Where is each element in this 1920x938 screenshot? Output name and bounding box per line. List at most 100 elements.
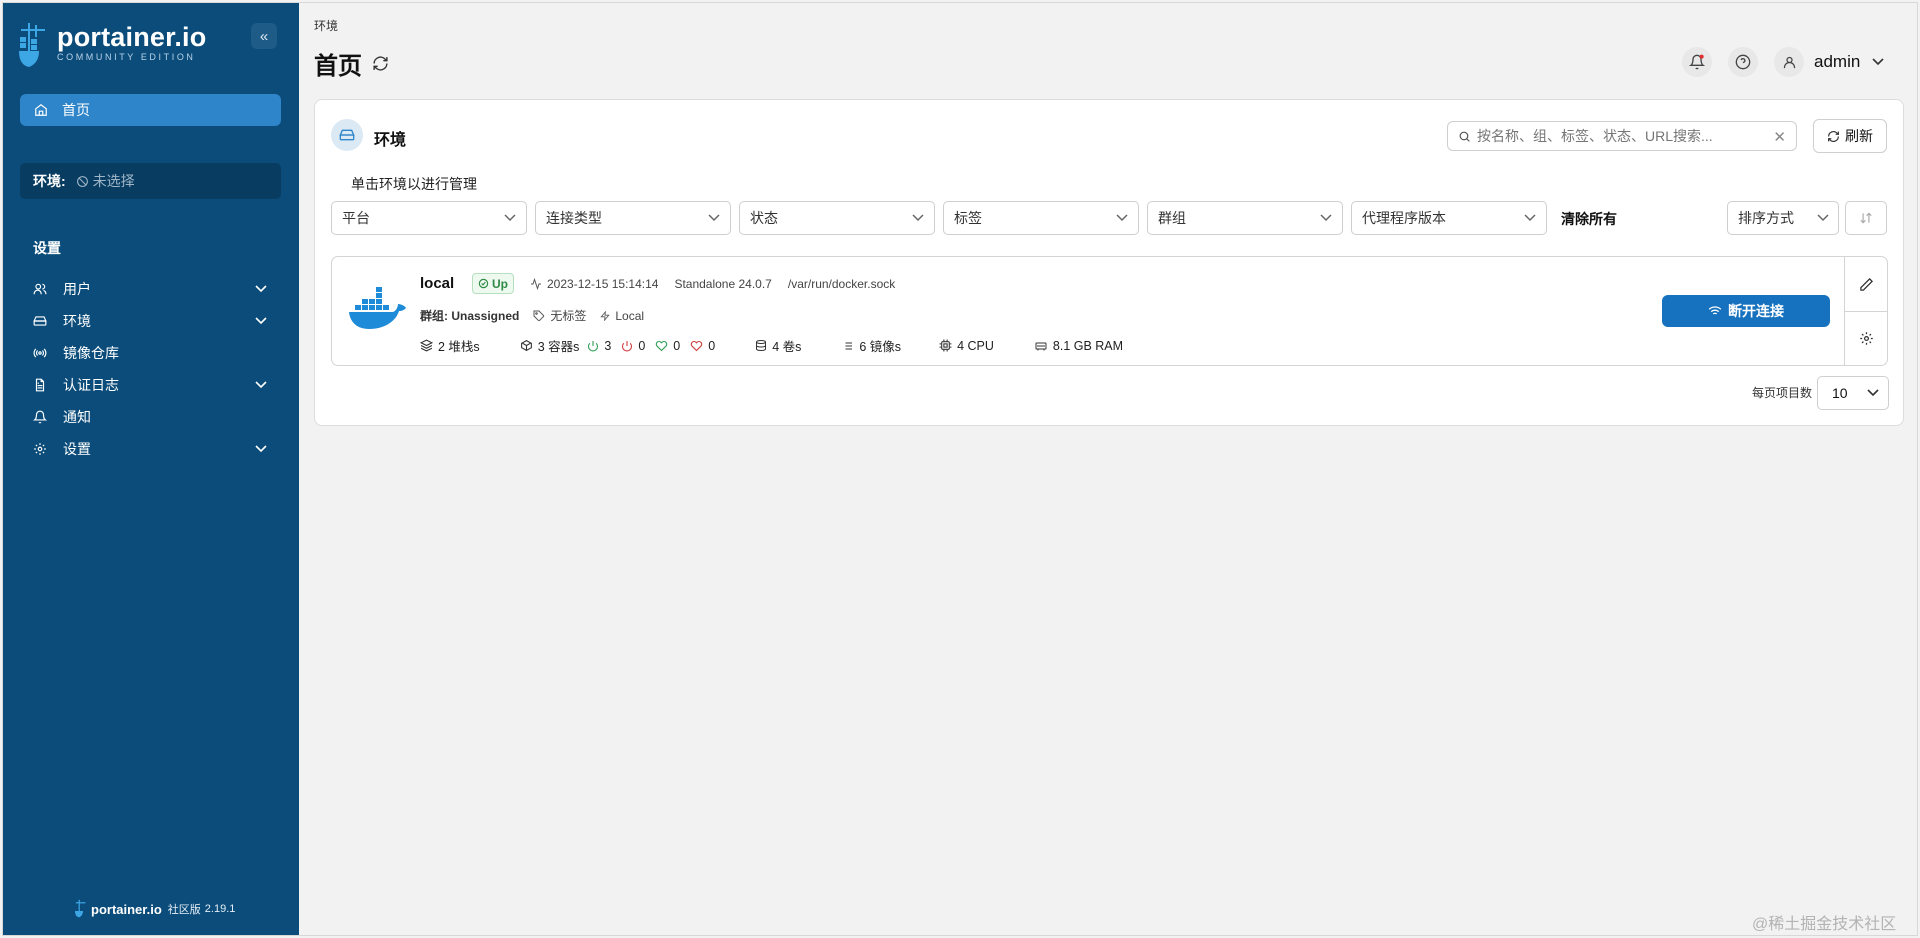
- filter-label: 标签: [954, 210, 982, 226]
- notifications-button[interactable]: [1682, 47, 1712, 77]
- breadcrumb: 环境: [314, 19, 339, 33]
- sidebar-item-auth-logs[interactable]: 认证日志: [20, 369, 281, 401]
- chevron-down-icon: [1320, 214, 1332, 222]
- stacks-count: 2 堆栈s: [438, 340, 480, 354]
- disconnect-button[interactable]: 断开连接: [1662, 295, 1830, 327]
- pencil-icon: [1860, 277, 1874, 291]
- filter-status[interactable]: 状态: [739, 201, 935, 235]
- portainer-logo-icon: [75, 899, 86, 918]
- items-per-page-select[interactable]: 10: [1817, 376, 1889, 410]
- clear-all-filters-button[interactable]: 清除所有: [1561, 209, 1617, 229]
- search-input[interactable]: [1477, 128, 1767, 144]
- filter-tags[interactable]: 标签: [943, 201, 1139, 235]
- healthy-count: 0: [673, 338, 681, 353]
- environment-name: local: [420, 275, 455, 292]
- zap-icon: [600, 310, 611, 321]
- filter-label: 平台: [342, 210, 370, 226]
- filter-connection-type[interactable]: 连接类型: [535, 201, 731, 235]
- environment-settings-button[interactable]: [1845, 311, 1888, 365]
- refresh-button[interactable]: 刷新: [1813, 119, 1887, 153]
- hard-drive-icon: [339, 129, 355, 141]
- panel-title: 环境: [374, 132, 407, 149]
- radio-icon: [33, 348, 47, 358]
- sidebar-item-label: 通知: [63, 409, 91, 425]
- sidebar-footer: portainer.io 社区版 2.19.1: [75, 899, 235, 919]
- search-icon: [1459, 131, 1470, 142]
- bell-icon: [1689, 54, 1705, 70]
- environment-tags: 无标签: [550, 309, 587, 323]
- collapse-sidebar-button[interactable]: «: [251, 23, 277, 49]
- gear-icon: [1860, 332, 1873, 345]
- environment-selector[interactable]: 环境: 未选择: [20, 163, 281, 199]
- unhealthy-stat: 0: [690, 339, 715, 353]
- portainer-logo-icon: [19, 23, 45, 67]
- settings-section-title: 设置: [33, 240, 61, 256]
- volumes-stat: 4 卷s: [755, 336, 801, 355]
- home-icon: [35, 104, 47, 116]
- chevron-down-icon: [1817, 214, 1829, 222]
- clear-search-icon[interactable]: ✕: [1773, 128, 1786, 146]
- portainer-logo[interactable]: portainer.io COMMUNITY EDITION: [19, 23, 206, 69]
- filter-platform[interactable]: 平台: [331, 201, 527, 235]
- chevron-down-icon: [255, 381, 267, 389]
- sidebar-item-home[interactable]: 首页: [20, 94, 281, 126]
- chevron-down-icon: [255, 317, 267, 325]
- sidebar-item-label: 设置: [63, 441, 91, 457]
- disconnect-button-label: 断开连接: [1728, 303, 1784, 319]
- sidebar-item-environments[interactable]: 环境: [20, 305, 281, 337]
- panel-icon-circle: [331, 119, 363, 151]
- filter-groups[interactable]: 群组: [1147, 201, 1343, 235]
- sort-direction-button[interactable]: [1845, 201, 1887, 235]
- running-count: 3: [604, 338, 612, 353]
- username: admin: [1814, 52, 1861, 71]
- items-per-page-label: 每页项目数: [1752, 386, 1813, 400]
- refresh-icon[interactable]: [372, 55, 389, 72]
- filter-label: 代理程序版本: [1362, 210, 1446, 226]
- chevron-down-icon: [912, 214, 924, 222]
- environment-stats: 2 堆栈s 3 容器s 3 0 0 0 4 卷s 6 镜像s 4 CPU 8.1…: [420, 336, 1123, 355]
- status-badge-label: Up: [492, 276, 508, 291]
- sort-arrows-icon: [1860, 212, 1872, 224]
- gear-icon: [34, 443, 46, 455]
- footer-brand-name: portainer.io: [91, 901, 162, 917]
- refresh-icon: [1828, 130, 1839, 142]
- items-per-page-value: 10: [1832, 385, 1848, 401]
- activity-icon: [531, 278, 541, 290]
- filter-agent-version[interactable]: 代理程序版本: [1351, 201, 1547, 235]
- search-box: ✕: [1447, 121, 1797, 151]
- environment-item[interactable]: local Up 2023-12-15 15:14:14 Standalone …: [331, 256, 1888, 366]
- sidebar-item-users[interactable]: 用户: [20, 273, 281, 305]
- chevron-down-icon: [708, 214, 720, 222]
- memory-icon: [1035, 342, 1047, 350]
- panel-hint: 单击环境以进行管理: [351, 176, 477, 192]
- sidebar: portainer.io COMMUNITY EDITION « 首页 环境: …: [3, 3, 299, 935]
- chevron-down-icon: [1867, 389, 1879, 397]
- environment-group: 群组: Unassigned: [420, 309, 520, 323]
- environment-type: Local: [615, 308, 645, 323]
- chevron-down-icon: [1524, 214, 1536, 222]
- footer-edition: 社区版: [167, 904, 201, 916]
- environment-meta: 2023-12-15 15:14:14 Standalone 24.0.7 /v…: [530, 277, 895, 291]
- sidebar-item-notifications[interactable]: 通知: [20, 401, 281, 433]
- page-title: 首页: [314, 53, 362, 80]
- chevron-down-icon: [255, 445, 267, 453]
- sidebar-item-label: 环境: [63, 313, 91, 329]
- edit-environment-button[interactable]: [1845, 257, 1888, 311]
- layers-icon: [420, 339, 433, 352]
- help-button[interactable]: [1728, 47, 1758, 77]
- heart-crack-icon: [690, 340, 703, 351]
- user-menu[interactable]: admin: [1774, 47, 1884, 77]
- avatar: [1774, 47, 1804, 77]
- refresh-button-label: 刷新: [1845, 128, 1873, 144]
- sidebar-item-registries[interactable]: 镜像仓库: [20, 337, 281, 369]
- images-count: 6 镜像s: [859, 340, 902, 354]
- sidebar-item-settings[interactable]: 设置: [20, 433, 281, 465]
- sort-by-select[interactable]: 排序方式: [1727, 201, 1839, 235]
- power-icon: [588, 340, 599, 352]
- list-icon: [843, 342, 853, 349]
- sidebar-item-label: 首页: [62, 102, 90, 118]
- bell-icon: [33, 410, 47, 424]
- filter-label: 群组: [1158, 210, 1186, 226]
- docker-logo-icon: [349, 287, 406, 329]
- sidebar-item-label: 认证日志: [63, 377, 119, 393]
